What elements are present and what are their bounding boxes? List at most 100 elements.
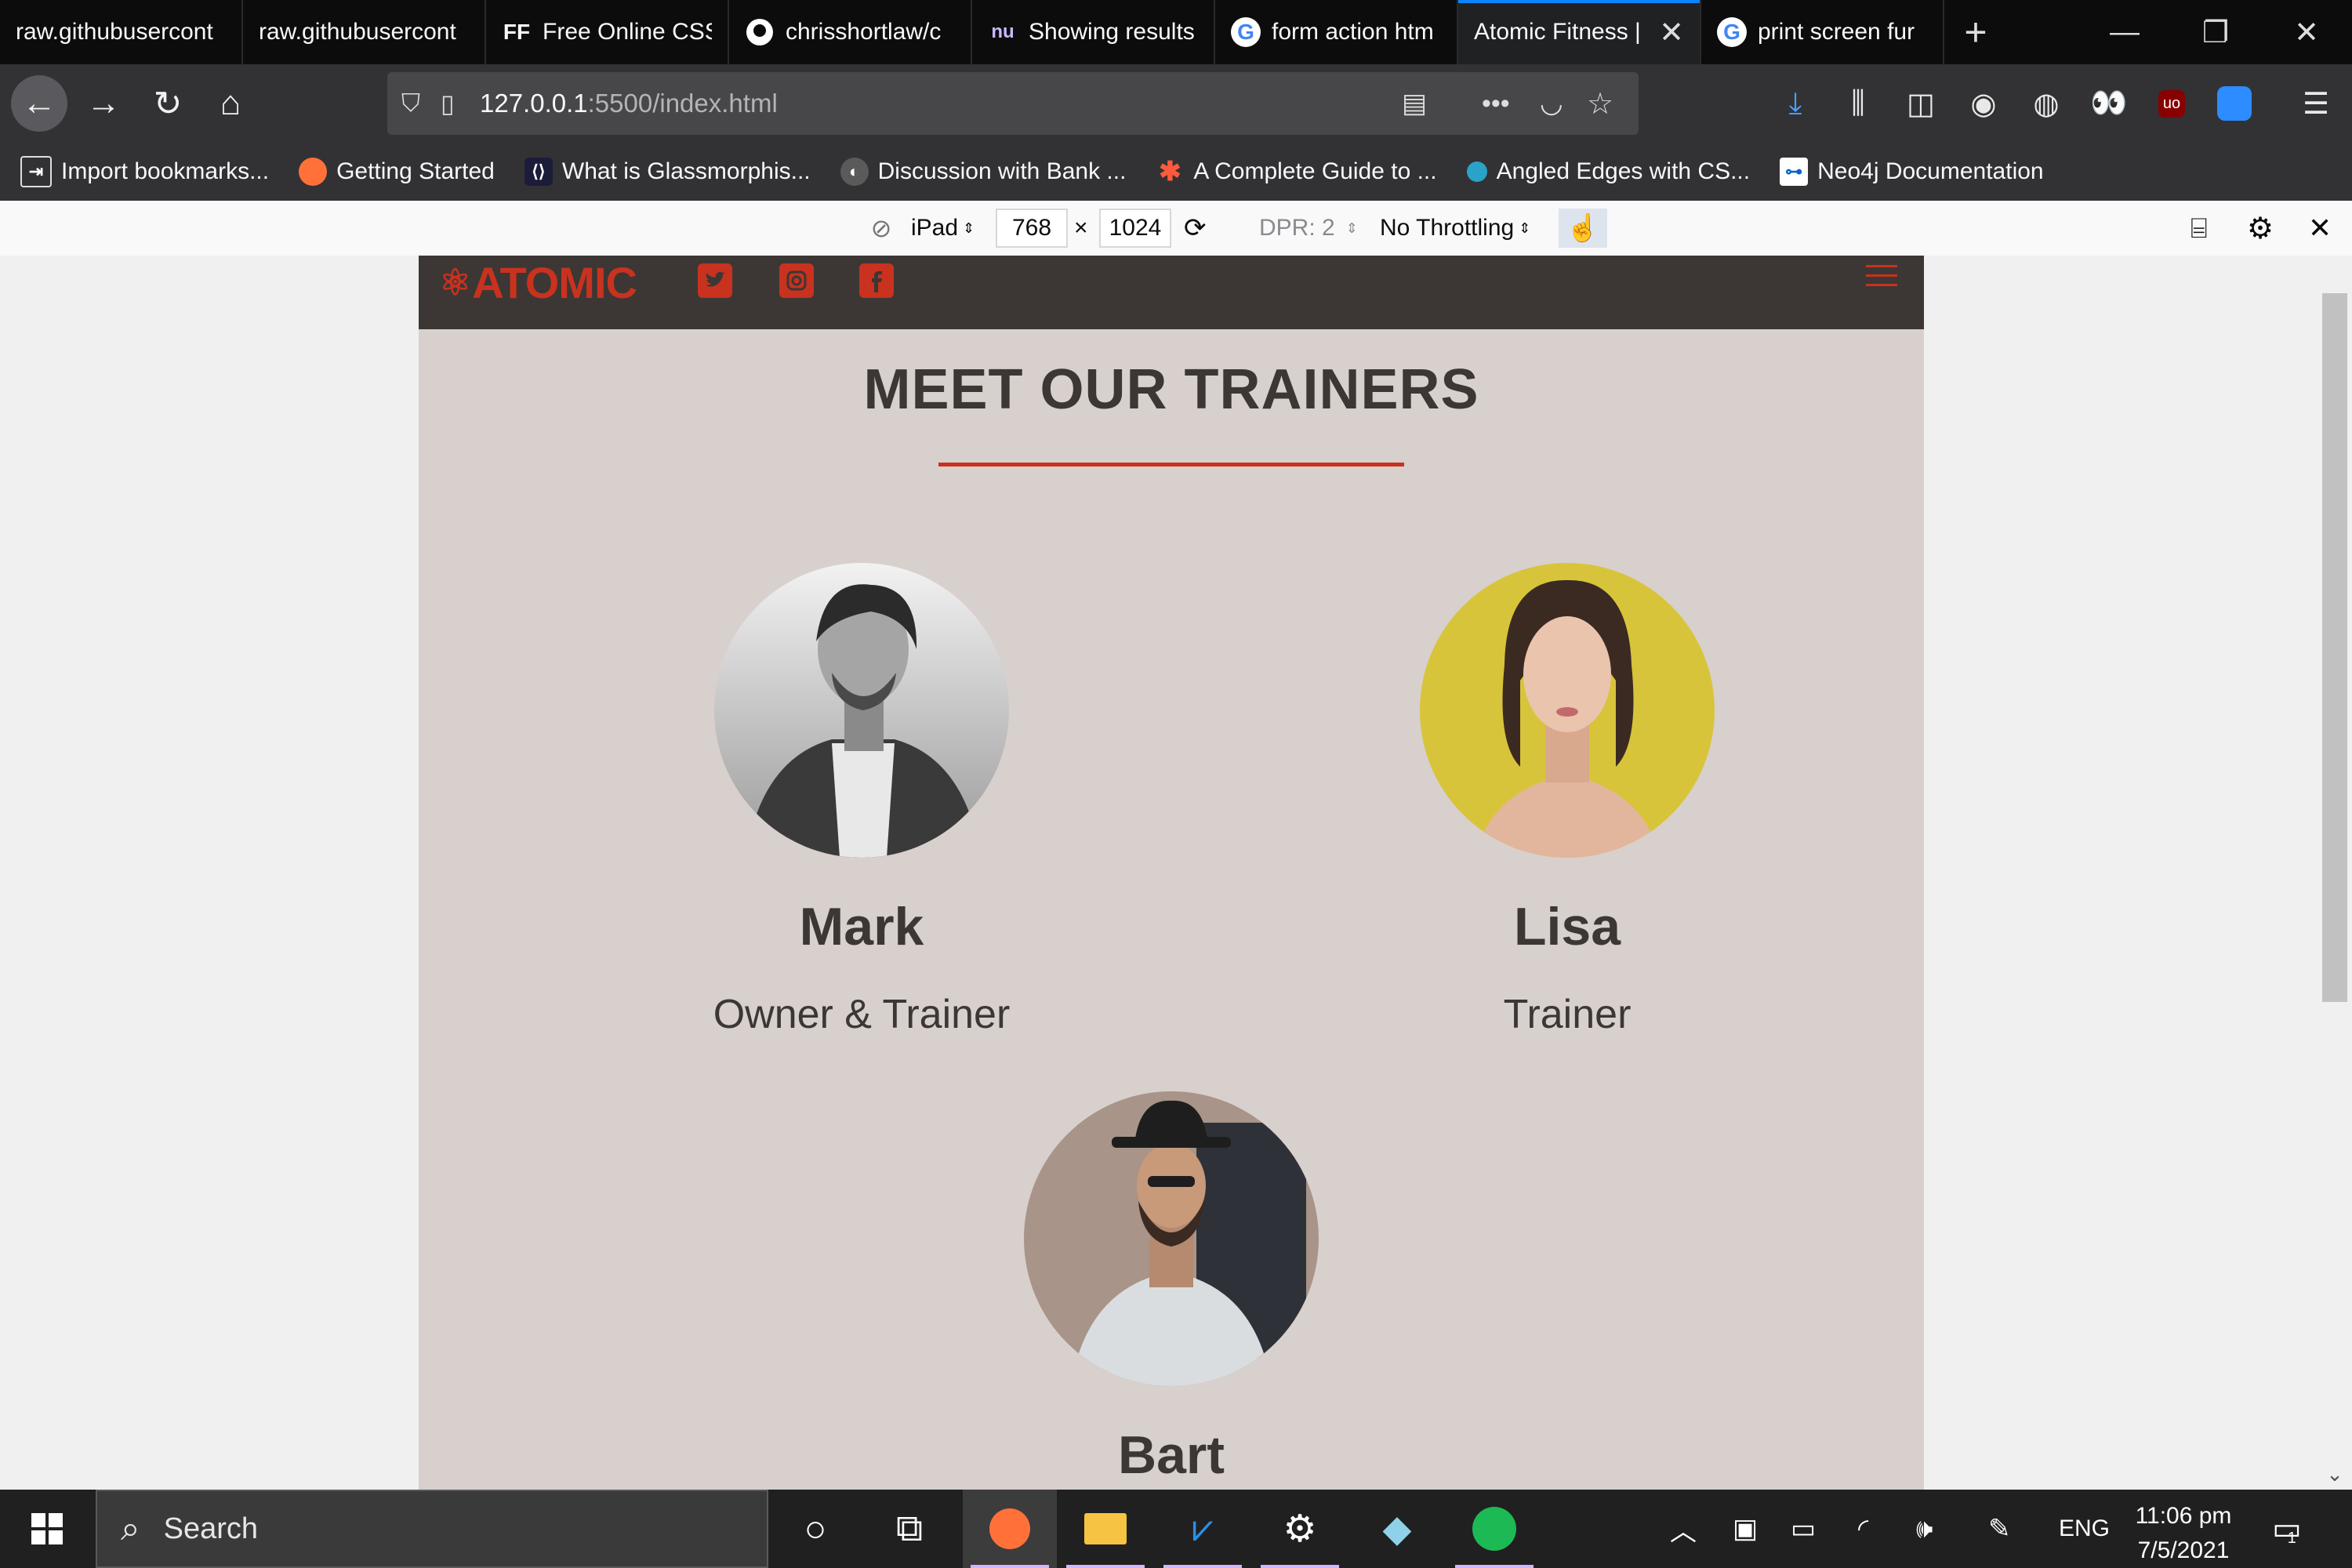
instagram-icon[interactable]: [779, 263, 814, 298]
github-icon: [745, 17, 775, 47]
site-logo[interactable]: ⚛ ATOMIC: [439, 256, 637, 309]
zoom-extension-icon[interactable]: [2211, 80, 2258, 127]
bookmark-label: Discussion with Bank ...: [877, 158, 1127, 184]
vscode-icon[interactable]: ⩗: [1156, 1490, 1250, 1568]
extension-eyes-icon[interactable]: 👀: [2085, 80, 2132, 127]
screenshot-icon[interactable]: ⌸: [2190, 209, 2208, 248]
bookmark-star-icon[interactable]: ☆: [1587, 86, 1613, 122]
meet-now-icon[interactable]: ▣: [1733, 1490, 1758, 1568]
tab-5[interactable]: Gform action htm: [1215, 0, 1458, 64]
bookmark-discussion[interactable]: ◐ Discussion with Bank ...: [840, 158, 1127, 186]
tab-2[interactable]: FF Free Online CSS: [486, 0, 729, 64]
facebook-icon[interactable]: [859, 263, 894, 298]
tab-3[interactable]: chrisshortlaw/c: [729, 0, 972, 64]
page-icon: ▯: [441, 89, 455, 118]
ublock-icon[interactable]: uo: [2148, 80, 2195, 127]
show-hidden-icons[interactable]: ︿: [1670, 1490, 1697, 1568]
more-actions-icon[interactable]: •••: [1482, 89, 1510, 119]
task-view-icon[interactable]: ⧉: [862, 1490, 956, 1568]
clock-date: 7/5/2021: [2137, 1537, 2230, 1563]
scrollbar-thumb[interactable]: [2322, 293, 2347, 1002]
tab-1[interactable]: raw.githubusercont: [243, 0, 486, 64]
home-button[interactable]: ⌂: [205, 78, 256, 129]
tab-0[interactable]: raw.githubusercont: [0, 0, 243, 64]
tab-title: Showing results: [1029, 19, 1195, 45]
page-viewport: ⚛ ATOMIC MEET OUR TRAINERS Mark Owner & …: [0, 256, 2318, 1490]
new-tab-button[interactable]: +: [1944, 0, 2007, 64]
close-tab-icon[interactable]: ✕: [1659, 15, 1684, 50]
download-icon[interactable]: ⤓: [1772, 80, 1819, 127]
notifications-icon[interactable]: ▭ 1: [2272, 1490, 2302, 1568]
library-icon[interactable]: ⫼: [1835, 80, 1882, 127]
restore-icon[interactable]: ❐: [2170, 0, 2261, 64]
language-indicator[interactable]: ENG: [2059, 1490, 2110, 1568]
touch-simulation-icon[interactable]: ☝: [1559, 209, 1607, 248]
pocket-icon[interactable]: ◡: [1540, 88, 1563, 119]
search-icon: ⌕: [121, 1509, 140, 1548]
bookmark-complete-guide[interactable]: ✱ A Complete Guide to ...: [1156, 157, 1436, 187]
device-selector[interactable]: iPad ⇕: [911, 209, 975, 248]
notes-app-icon[interactable]: ◆: [1350, 1490, 1444, 1568]
tab-6-active[interactable]: Atomic Fitness | ✕: [1458, 0, 1701, 64]
extension-globe-icon[interactable]: ◍: [2023, 80, 2070, 127]
tab-7[interactable]: Gprint screen fur: [1701, 0, 1944, 64]
minimize-icon[interactable]: —: [2079, 0, 2170, 64]
bookmark-angled-edges[interactable]: Angled Edges with CS...: [1466, 158, 1751, 185]
menu-icon[interactable]: ☰: [2292, 80, 2339, 127]
viewport-height-input[interactable]: 1024: [1099, 209, 1171, 248]
settings-gear-icon[interactable]: ⚙: [2247, 209, 2274, 248]
trainer-photo: [1024, 1091, 1319, 1386]
account-icon[interactable]: ◉: [1960, 80, 2007, 127]
url-host: 127.0.0.1: [480, 89, 588, 118]
neo4j-icon: ⊶: [1780, 158, 1809, 186]
forward-button[interactable]: →: [78, 78, 129, 129]
hamburger-menu-icon[interactable]: [1866, 265, 1897, 293]
cortana-icon[interactable]: ○: [768, 1490, 862, 1568]
navigation-toolbar: ← → ↻ ⌂ ⛉ ▯ 127.0.0.1:5500/index.html ▤ …: [0, 64, 2352, 143]
touch-toggle-icon[interactable]: ⊘: [864, 209, 898, 248]
bookmark-neo4j[interactable]: ⊶ Neo4j Documentation: [1780, 158, 2044, 186]
shield-icon[interactable]: ⛉: [401, 89, 441, 118]
asterisk-icon: ✱: [1159, 157, 1181, 187]
sidebar-icon[interactable]: ◫: [1897, 80, 1944, 127]
search-placeholder: Search: [163, 1512, 259, 1545]
reader-view-icon[interactable]: ▤: [1402, 88, 1427, 119]
reload-button[interactable]: ↻: [143, 78, 193, 129]
taskbar-search-box[interactable]: ⌕ Search: [96, 1490, 768, 1568]
scroll-down-arrow-icon[interactable]: ⌄: [2318, 1462, 2352, 1486]
url-bar[interactable]: ⛉ ▯ 127.0.0.1:5500/index.html ▤ ••• ◡ ☆: [387, 72, 1639, 135]
bookmark-glassmorphism[interactable]: ⟨⟩ What is Glassmorphis...: [524, 158, 811, 186]
spotify-icon[interactable]: [1447, 1490, 1541, 1568]
trainer-card-mark: Mark Owner & Trainer: [626, 563, 1097, 1038]
windows-start-icon[interactable]: [0, 1490, 94, 1568]
trainer-name: Bart: [1117, 1425, 1225, 1485]
dpr-selector[interactable]: DPR: 2 ⇕: [1259, 209, 1358, 248]
bookmark-label: Angled Edges with CS...: [1496, 158, 1751, 184]
nu-icon: nu: [991, 21, 1014, 42]
bookmark-label: Import bookmarks...: [61, 158, 270, 184]
trainer-role: Owner & Trainer: [713, 992, 1011, 1037]
taskbar-clock[interactable]: 11:06 pm 7/5/2021: [2117, 1499, 2250, 1568]
viewport-width-input[interactable]: 768: [996, 209, 1068, 248]
settings-icon[interactable]: ⚙: [1253, 1490, 1347, 1568]
file-explorer-icon[interactable]: [1058, 1490, 1152, 1568]
volume-icon[interactable]: 🕪: [1916, 1490, 1933, 1568]
bookmark-getting-started[interactable]: Getting Started: [299, 158, 495, 186]
firefox-taskbar-icon[interactable]: [963, 1490, 1057, 1568]
wifi-icon[interactable]: ◜: [1858, 1490, 1868, 1568]
url-text[interactable]: 127.0.0.1:5500/index.html: [480, 89, 778, 118]
twitter-icon[interactable]: [698, 263, 732, 298]
dpr-value: DPR: 2: [1259, 215, 1335, 241]
back-button[interactable]: ←: [11, 75, 67, 132]
pen-icon[interactable]: ✎: [1988, 1490, 2011, 1568]
trainer-card-lisa: Lisa Trainer: [1332, 563, 1802, 1038]
page-scrollbar[interactable]: ⌄: [2318, 256, 2352, 1490]
tab-title: Atomic Fitness |: [1474, 19, 1641, 45]
rotate-icon[interactable]: ⟳: [1184, 209, 1207, 248]
close-window-icon[interactable]: ✕: [2261, 0, 2352, 64]
battery-icon[interactable]: ▭: [1791, 1490, 1816, 1568]
bookmark-import[interactable]: ⇥ Import bookmarks...: [20, 156, 269, 187]
throttling-selector[interactable]: No Throttling ⇕: [1380, 209, 1530, 248]
close-rdm-icon[interactable]: ✕: [2308, 209, 2332, 248]
tab-4[interactable]: nu Showing results: [972, 0, 1215, 64]
